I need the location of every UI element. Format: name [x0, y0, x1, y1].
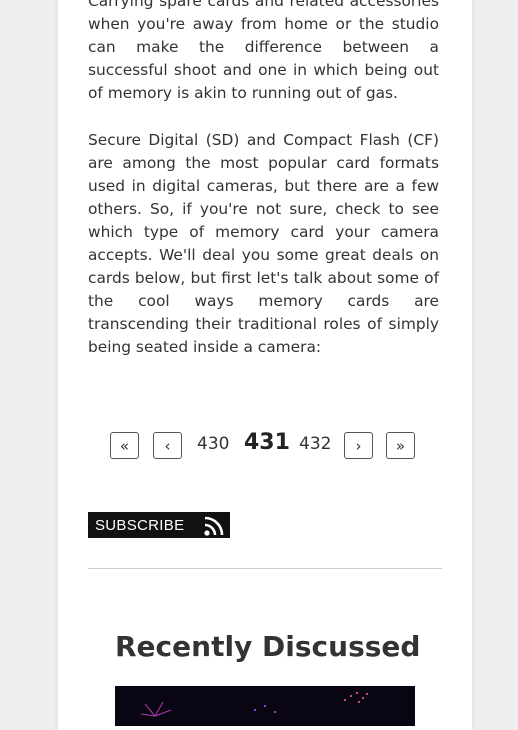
subscribe-label: SUBSCRIBE	[95, 517, 185, 534]
fireworks-graphic	[115, 686, 415, 726]
next-page-button[interactable]: ›	[344, 432, 373, 459]
recently-discussed-heading: Recently Discussed	[115, 630, 421, 663]
rss-icon	[204, 516, 224, 536]
pagination: « ‹ 430 431 432 › »	[110, 430, 417, 462]
page-current: 431	[244, 430, 290, 455]
last-page-button[interactable]: »	[386, 432, 415, 459]
section-divider	[88, 568, 442, 569]
prev-page-button[interactable]: ‹	[153, 432, 182, 459]
page-link-prev[interactable]: 430	[197, 434, 229, 454]
fireworks-image[interactable]	[115, 686, 415, 726]
article-paragraph: Secure Digital (SD) and Compact Flash (C…	[88, 131, 439, 356]
first-page-button[interactable]: «	[110, 432, 139, 459]
page-link-next[interactable]: 432	[299, 434, 331, 454]
article-paragraph: Carrying spare cards and related accesso…	[88, 0, 439, 102]
article-body: Carrying spare cards and related accesso…	[88, 0, 439, 383]
